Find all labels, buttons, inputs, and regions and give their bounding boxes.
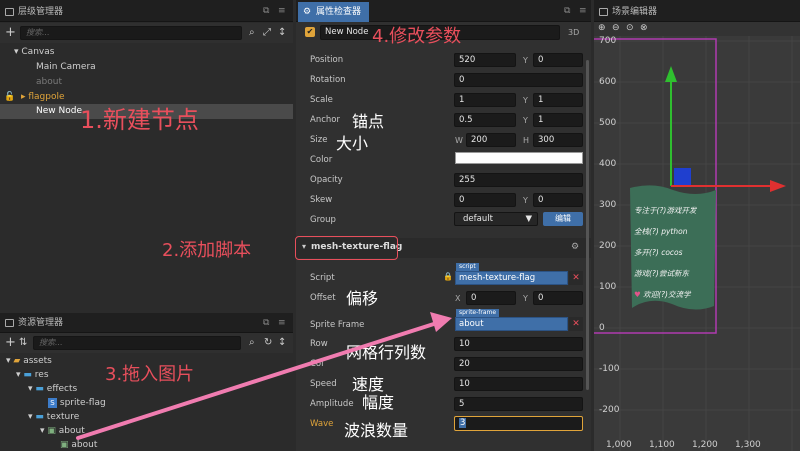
drag-arrow bbox=[76, 312, 452, 440]
